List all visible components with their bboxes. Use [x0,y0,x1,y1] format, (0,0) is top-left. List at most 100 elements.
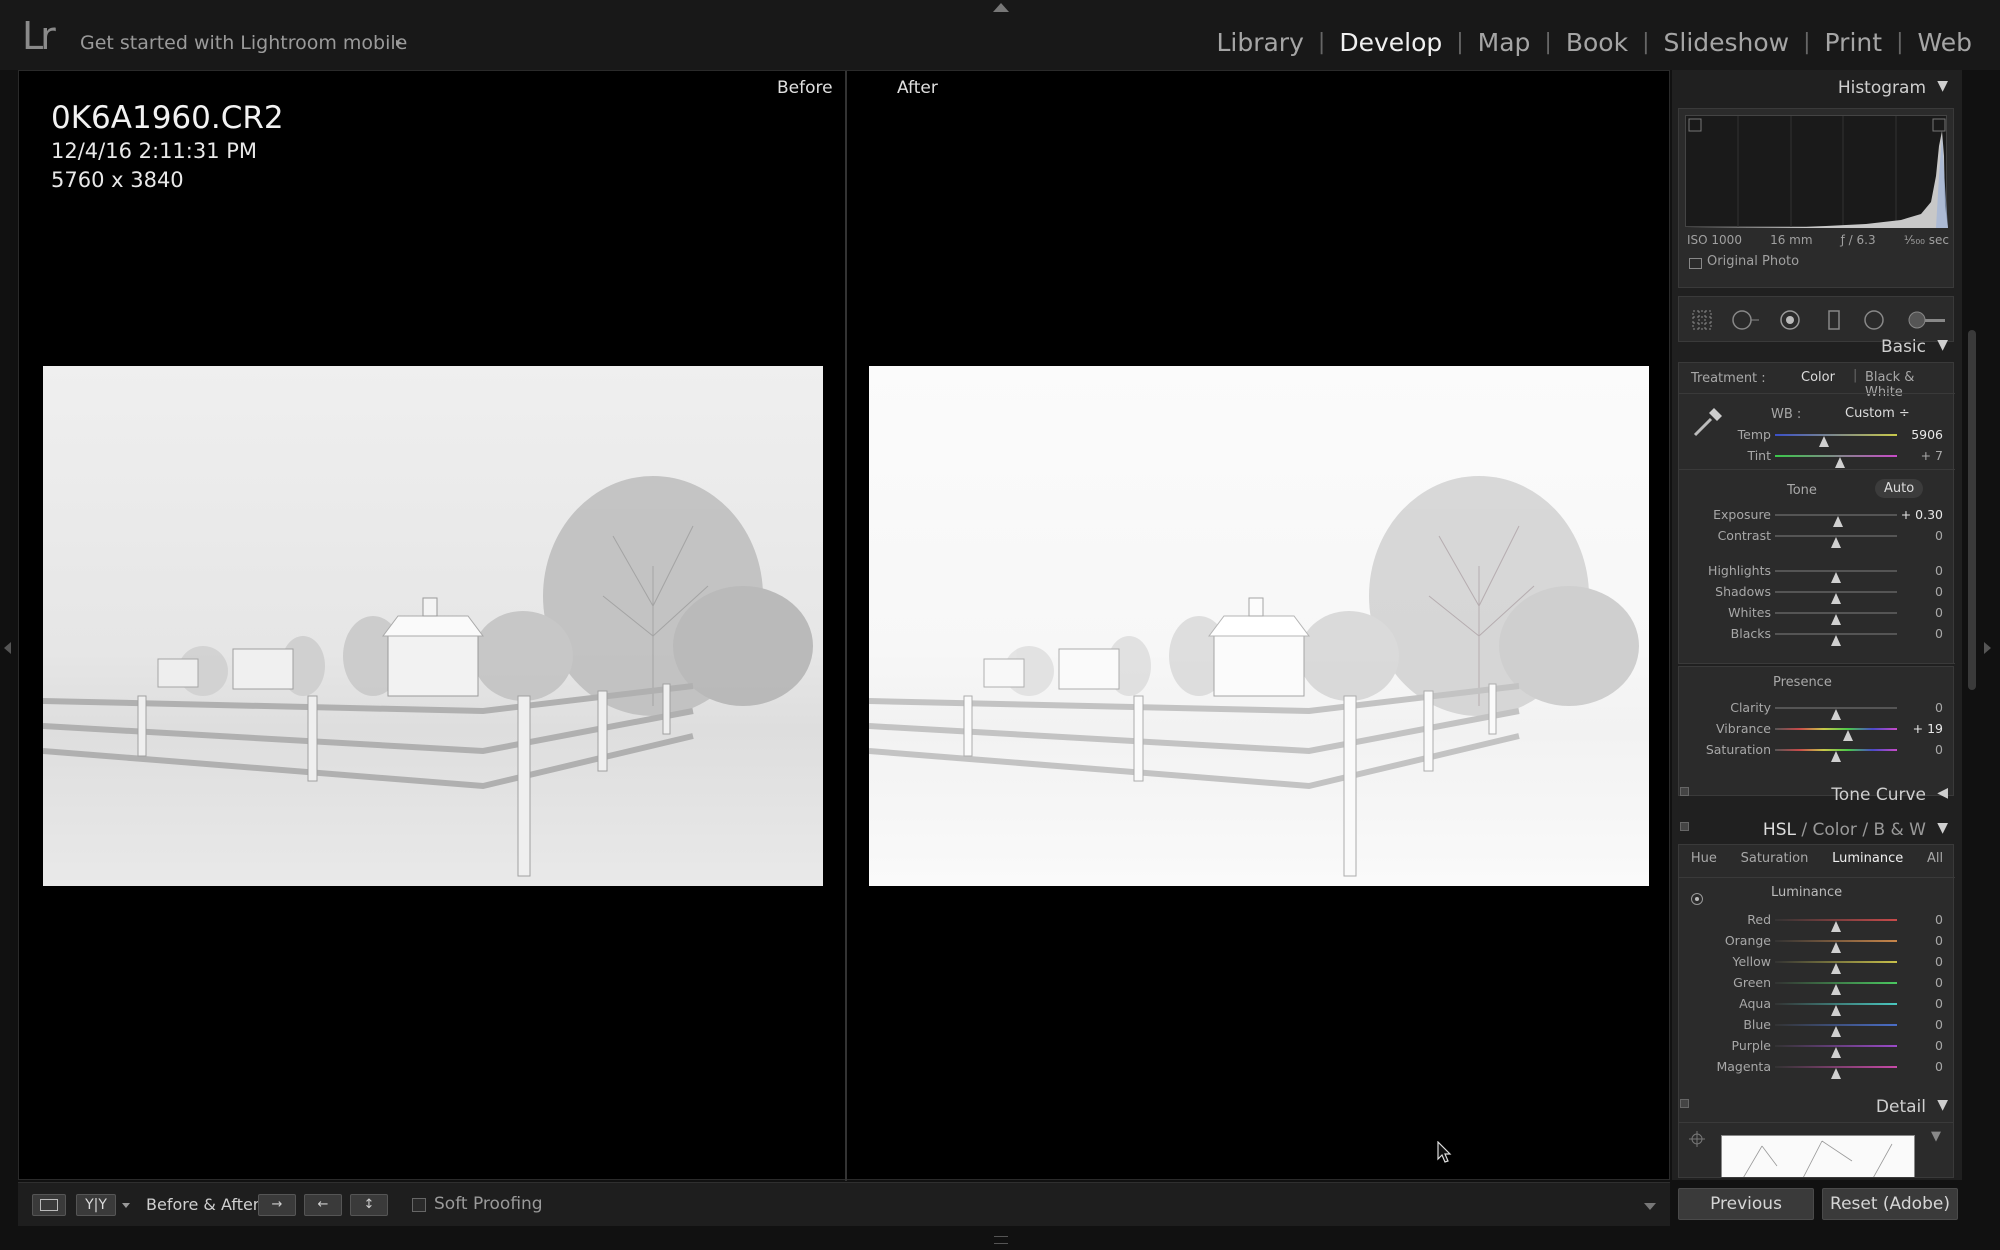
slider-value[interactable]: 0 [1935,626,1943,641]
soft-proofing-label[interactable]: Soft Proofing [434,1194,543,1214]
slider-value[interactable]: + 19 [1913,721,1943,736]
slider-thumb[interactable] [1831,921,1841,932]
slider-thumb[interactable] [1831,614,1841,625]
color-title-tab[interactable]: Color [1813,820,1857,840]
right-panel-scrollbar[interactable] [1968,330,1976,690]
slider-value[interactable]: 0 [1935,954,1943,969]
red-eye-icon[interactable] [1779,309,1801,331]
module-web[interactable]: Web [1903,28,1986,57]
hsl-tab-saturation[interactable]: Saturation [1741,851,1809,875]
slider-value[interactable]: 0 [1935,1059,1943,1074]
slider-track[interactable] [1775,1003,1897,1016]
collapse-triangle-icon[interactable]: ▼ [1937,820,1948,836]
crop-grid-icon[interactable] [1691,309,1713,331]
slider-track[interactable] [1775,612,1897,625]
slider-track[interactable] [1775,707,1897,720]
slider-value[interactable]: + 0.30 [1901,507,1943,522]
tone-curve-header[interactable]: Tone Curve ◀ [1672,780,1962,810]
hsl-title-tab[interactable]: HSL [1763,820,1796,840]
spot-removal-icon[interactable] [1731,309,1761,331]
module-slideshow[interactable]: Slideshow [1650,28,1804,57]
collapse-triangle-icon[interactable]: ▼ [1937,78,1948,94]
before-after-view-button[interactable]: Y|Y [76,1194,116,1216]
slider-track[interactable] [1775,919,1897,932]
slider-track[interactable] [1775,940,1897,953]
hsl-tab-all[interactable]: All [1927,851,1943,875]
slider-value[interactable]: 5906 [1911,427,1943,442]
slider-value[interactable]: 0 [1935,933,1943,948]
slider-track[interactable] [1775,961,1897,974]
highlight-clipping-icon[interactable] [1932,118,1946,132]
slider-thumb[interactable] [1831,1047,1841,1058]
after-photo[interactable] [869,366,1649,886]
hsl-tab-luminance[interactable]: Luminance [1832,851,1903,875]
slider-track[interactable] [1775,434,1897,447]
swap-before-after-button[interactable]: ↕ [350,1194,388,1216]
view-mode-dropdown-icon[interactable] [122,1203,130,1208]
adjustment-brush-icon[interactable] [1907,309,1947,331]
treatment-bw-button[interactable]: Black & White [1865,370,1953,400]
slider-track[interactable] [1775,570,1897,583]
auto-tone-button[interactable]: Auto [1875,479,1924,498]
lightroom-mobile-link[interactable]: Get started with Lightroom mobile [80,32,407,54]
slider-value[interactable]: 0 [1935,975,1943,990]
slider-value[interactable]: 0 [1935,996,1943,1011]
top-panel-toggle-icon[interactable] [993,3,1009,12]
slider-track[interactable] [1775,1066,1897,1079]
slider-thumb[interactable] [1831,709,1841,720]
graduated-filter-icon[interactable] [1823,309,1845,331]
copy-after-to-before-button[interactable]: ← [304,1194,342,1216]
histogram-header[interactable]: Histogram ▼ [1672,73,1962,103]
slider-track[interactable] [1775,591,1897,604]
play-arrow-icon[interactable]: ▸ [396,35,402,49]
slider-thumb[interactable] [1831,635,1841,646]
histogram-chart[interactable] [1685,115,1948,228]
left-panel-toggle-icon[interactable] [4,642,11,654]
detail-preview-image[interactable] [1721,1135,1915,1177]
module-develop[interactable]: Develop [1325,28,1456,57]
collapse-triangle-icon[interactable]: ▼ [1937,1097,1948,1113]
slider-thumb[interactable] [1833,516,1844,527]
slider-thumb[interactable] [1831,984,1841,995]
radial-filter-icon[interactable] [1863,309,1885,331]
slider-value[interactable]: 0 [1935,700,1943,715]
slider-thumb[interactable] [1831,751,1841,762]
module-print[interactable]: Print [1811,28,1897,57]
slider-value[interactable]: 0 [1935,1017,1943,1032]
module-book[interactable]: Book [1552,28,1642,57]
expand-triangle-icon[interactable]: ◀ [1937,785,1948,801]
slider-track[interactable] [1775,455,1897,468]
slider-value[interactable]: 0 [1935,605,1943,620]
slider-thumb[interactable] [1831,963,1841,974]
slider-thumb[interactable] [1831,1026,1841,1037]
collapse-triangle-icon[interactable]: ▼ [1937,337,1948,353]
loupe-view-button[interactable] [32,1194,66,1216]
slider-thumb[interactable] [1843,730,1854,741]
detail-header[interactable]: Detail ▼ [1672,1092,1962,1122]
slider-track[interactable] [1775,535,1897,548]
slider-thumb[interactable] [1818,436,1829,447]
detail-preview-toggle-icon[interactable]: ▼ [1931,1129,1941,1144]
right-panel-toggle-icon[interactable] [1984,642,1991,654]
slider-track[interactable] [1775,514,1897,527]
treatment-color-button[interactable]: Color [1801,370,1835,385]
panel-switch-icon[interactable] [1680,1099,1689,1108]
hsl-header[interactable]: HSL / Color / B & W ▼ [1672,815,1962,845]
slider-value[interactable]: 0 [1935,1038,1943,1053]
slider-value[interactable]: 0 [1935,584,1943,599]
reset-adobe-button[interactable]: Reset (Adobe) [1822,1188,1958,1220]
panel-switch-icon[interactable] [1680,822,1689,831]
bottom-panel-toggle-icon[interactable] [994,1236,1008,1244]
slider-value[interactable]: 0 [1935,912,1943,927]
wb-dropdown[interactable]: Custom ÷ [1845,406,1910,421]
soft-proofing-checkbox[interactable] [412,1198,426,1212]
original-photo-checkbox[interactable] [1689,258,1702,269]
toolbar-menu-icon[interactable] [1644,1203,1656,1210]
hsl-tab-hue[interactable]: Hue [1691,851,1717,875]
slider-thumb[interactable] [1831,572,1841,583]
slider-track[interactable] [1775,633,1897,646]
slider-thumb[interactable] [1834,457,1845,468]
slider-track[interactable] [1775,1045,1897,1058]
slider-thumb[interactable] [1831,1068,1841,1079]
slider-track[interactable] [1775,1024,1897,1037]
